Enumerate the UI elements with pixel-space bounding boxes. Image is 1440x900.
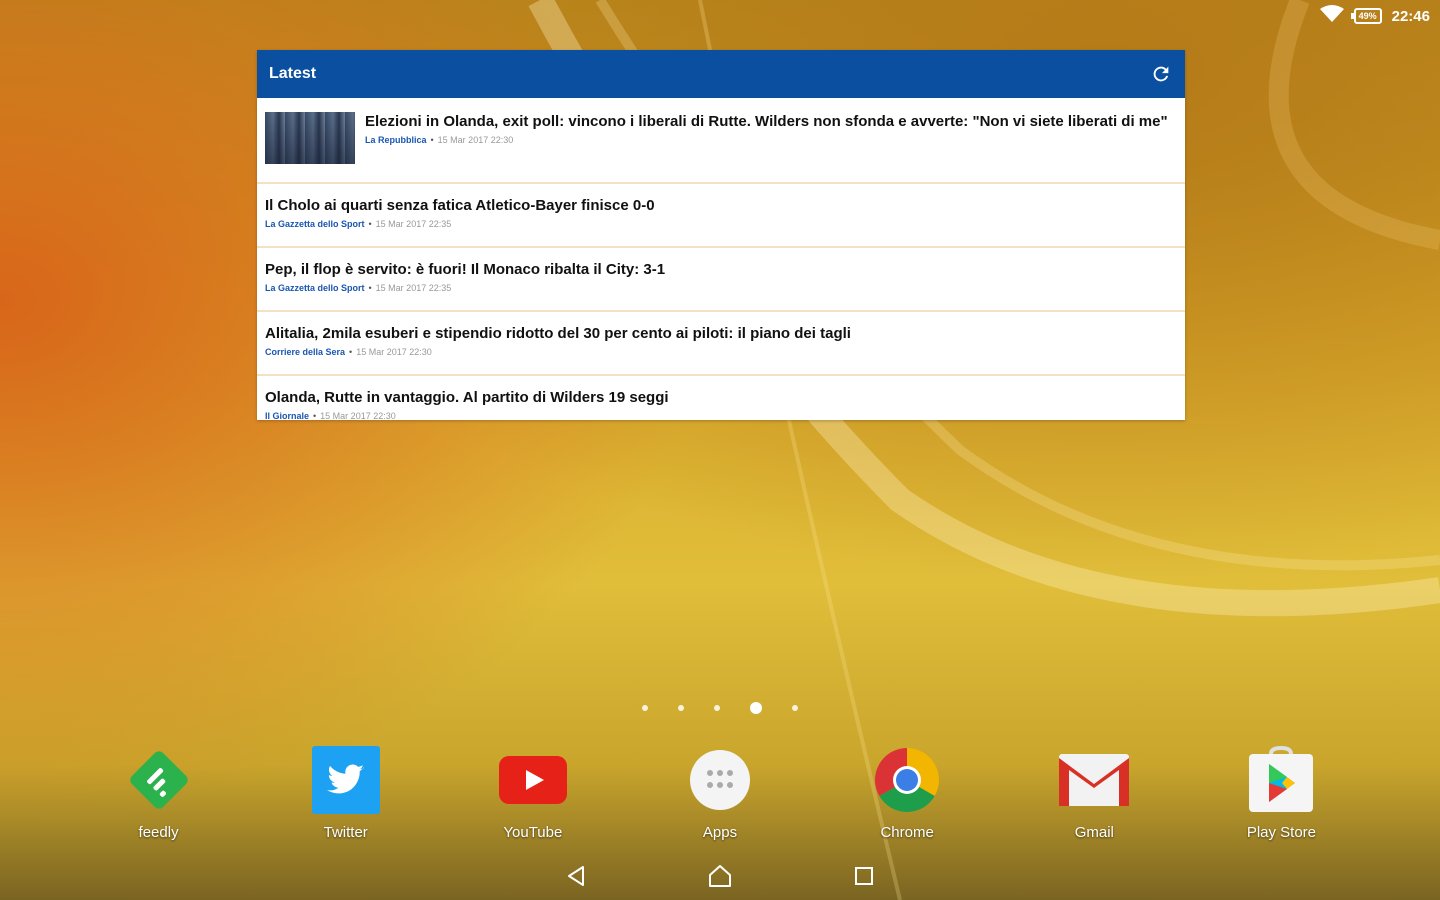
app-feedly[interactable]: feedly bbox=[65, 742, 252, 841]
news-item[interactable]: Pep, il flop è servito: è fuori! Il Mona… bbox=[257, 248, 1185, 312]
news-thumbnail bbox=[265, 112, 355, 164]
page-dot-active bbox=[750, 702, 762, 714]
news-time: 15 Mar 2017 22:35 bbox=[375, 219, 452, 229]
battery-icon: 49% bbox=[1350, 8, 1382, 24]
app-label: Play Store bbox=[1246, 824, 1317, 841]
news-source: La Gazzetta dello Sport bbox=[265, 219, 365, 229]
app-play-store[interactable]: Play Store bbox=[1188, 742, 1375, 841]
news-source: Il Giornale bbox=[265, 411, 310, 420]
news-source: La Gazzetta dello Sport bbox=[265, 283, 365, 293]
news-time: 15 Mar 2017 22:30 bbox=[437, 135, 514, 145]
app-label: Twitter bbox=[323, 824, 368, 841]
home-icon[interactable] bbox=[703, 859, 737, 893]
news-item[interactable]: Olanda, Rutte in vantaggio. Al partito d… bbox=[257, 376, 1185, 420]
feedly-icon bbox=[121, 742, 197, 818]
page-dot bbox=[678, 705, 684, 711]
news-title: Olanda, Rutte in vantaggio. Al partito d… bbox=[265, 389, 669, 406]
app-twitter[interactable]: Twitter bbox=[252, 742, 439, 841]
apps-icon bbox=[682, 742, 758, 818]
app-label: Chrome bbox=[880, 824, 934, 841]
news-item[interactable]: Elezioni in Olanda, exit poll: vincono i… bbox=[257, 98, 1185, 184]
app-dock: feedly Twitter YouTube Apps Chrome Gmail… bbox=[65, 742, 1375, 841]
news-item[interactable]: Il Cholo ai quarti senza fatica Atletico… bbox=[257, 184, 1185, 248]
page-indicator bbox=[0, 702, 1440, 714]
status-bar: 49% 22:46 bbox=[0, 0, 1440, 32]
app-label: YouTube bbox=[503, 824, 563, 841]
recents-icon[interactable] bbox=[847, 859, 881, 893]
navigation-bar bbox=[0, 856, 1440, 896]
news-time: 15 Mar 2017 22:35 bbox=[375, 283, 452, 293]
news-title: Il Cholo ai quarti senza fatica Atletico… bbox=[265, 197, 655, 214]
twitter-icon bbox=[308, 742, 384, 818]
news-source: La Repubblica bbox=[365, 135, 427, 145]
app-gmail[interactable]: Gmail bbox=[1001, 742, 1188, 841]
news-title: Pep, il flop è servito: è fuori! Il Mona… bbox=[265, 261, 666, 278]
app-chrome[interactable]: Chrome bbox=[814, 742, 1001, 841]
back-icon[interactable] bbox=[559, 859, 593, 893]
page-dot bbox=[714, 705, 720, 711]
wifi-icon bbox=[1319, 5, 1344, 27]
app-label: Gmail bbox=[1074, 824, 1114, 841]
app-drawer[interactable]: Apps bbox=[626, 742, 813, 841]
widget-title: Latest bbox=[269, 65, 317, 82]
news-item[interactable]: Alitalia, 2mila esuberi e stipendio rido… bbox=[257, 312, 1185, 376]
app-label: feedly bbox=[138, 824, 179, 841]
news-time: 15 Mar 2017 22:30 bbox=[356, 347, 432, 357]
gmail-icon bbox=[1056, 742, 1132, 818]
page-dot bbox=[792, 705, 798, 711]
news-source: Corriere della Sera bbox=[265, 347, 346, 357]
youtube-icon bbox=[495, 742, 571, 818]
news-time: 15 Mar 2017 22:30 bbox=[320, 411, 396, 420]
news-title: Alitalia, 2mila esuberi e stipendio rido… bbox=[265, 325, 851, 342]
app-youtube[interactable]: YouTube bbox=[439, 742, 626, 841]
chrome-icon bbox=[869, 742, 945, 818]
news-title: Elezioni in Olanda, exit poll: vincono i… bbox=[365, 113, 1168, 130]
refresh-icon[interactable] bbox=[1149, 62, 1173, 86]
news-widget: Latest Elezioni in Olanda, exit poll: vi… bbox=[257, 50, 1185, 420]
play-store-icon bbox=[1243, 742, 1319, 818]
page-dot bbox=[642, 705, 648, 711]
clock: 22:46 bbox=[1391, 7, 1430, 25]
widget-header: Latest bbox=[257, 50, 1185, 98]
app-label: Apps bbox=[702, 824, 738, 841]
